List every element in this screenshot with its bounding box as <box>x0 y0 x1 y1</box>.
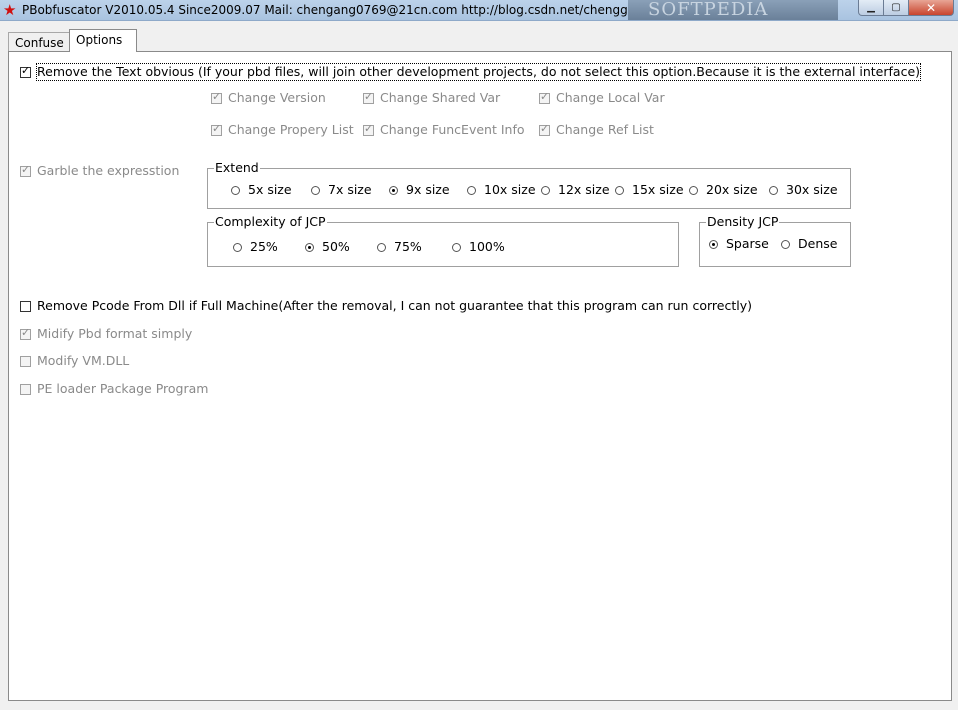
change-property-list-label: Change Propery List <box>228 122 354 137</box>
modify-pbd-label: Midify Pbd format simply <box>37 326 193 341</box>
pe-loader-checkbox[interactable] <box>20 383 31 395</box>
garble-expression-checkbox[interactable] <box>20 163 31 177</box>
title-bar[interactable]: ★ PBobfuscator V2010.05.4 Since2009.07 M… <box>0 0 958 21</box>
extend-radio-10x[interactable]: 10x size <box>467 182 536 198</box>
options-panel <box>8 51 952 701</box>
complexity-radio-75[interactable]: 75% <box>377 239 422 255</box>
change-ref-list-label: Change Ref List <box>556 122 654 137</box>
change-local-var-checkbox[interactable] <box>539 90 550 104</box>
change-shared-var-option[interactable]: Change Shared Var <box>363 90 500 106</box>
pe-loader-label: PE loader Package Program <box>37 381 209 396</box>
complexity-radio-50[interactable]: 50% <box>305 239 350 255</box>
change-ref-list-option[interactable]: Change Ref List <box>539 122 654 138</box>
extend-radio-5x[interactable]: 5x size <box>231 182 292 198</box>
close-button[interactable]: ✕ <box>909 0 954 16</box>
window-title: PBobfuscator V2010.05.4 Since2009.07 Mai… <box>22 3 659 17</box>
change-version-option[interactable]: Change Version <box>211 90 326 106</box>
extend-radio-9x[interactable]: 9x size <box>389 182 450 198</box>
change-shared-var-label: Change Shared Var <box>380 90 501 105</box>
change-funcevent-info-option[interactable]: Change FuncEvent Info <box>363 122 525 138</box>
extend-radio-20x[interactable]: 20x size <box>689 182 758 198</box>
app-star-icon: ★ <box>3 1 17 19</box>
extend-radio-30x[interactable]: 30x size <box>769 182 838 198</box>
remove-text-checkbox[interactable] <box>20 64 31 78</box>
radio-button-selected[interactable] <box>389 185 398 195</box>
density-radio-dense[interactable]: Dense <box>781 236 837 252</box>
density-legend: Density JCP <box>706 214 780 230</box>
remove-text-option[interactable]: Remove the Text obvious (If your pbd fil… <box>20 63 922 81</box>
radio-button[interactable] <box>377 242 386 252</box>
radio-button[interactable] <box>769 185 778 195</box>
tab-options[interactable]: Options <box>69 29 137 52</box>
remove-pcode-label: Remove Pcode From Dll if Full Machine(Af… <box>37 298 752 313</box>
softpedia-watermark: SOFTPEDIA <box>628 0 838 20</box>
complexity-radio-25[interactable]: 25% <box>233 239 278 255</box>
pe-loader-option[interactable]: PE loader Package Program <box>20 381 208 397</box>
radio-button-selected[interactable] <box>709 239 718 249</box>
remove-pcode-option[interactable]: Remove Pcode From Dll if Full Machine(Af… <box>20 298 752 314</box>
change-shared-var-checkbox[interactable] <box>363 90 374 104</box>
modify-vm-option[interactable]: Modify VM.DLL <box>20 353 129 369</box>
change-local-var-option[interactable]: Change Local Var <box>539 90 665 106</box>
remove-pcode-checkbox[interactable] <box>20 300 31 312</box>
density-radio-sparse[interactable]: Sparse <box>709 236 769 252</box>
change-funcevent-info-label: Change FuncEvent Info <box>380 122 525 137</box>
radio-button[interactable] <box>311 185 320 195</box>
maximize-icon: ▢ <box>891 1 901 13</box>
change-ref-list-checkbox[interactable] <box>539 122 550 136</box>
modify-pbd-checkbox[interactable] <box>20 326 31 340</box>
change-property-list-checkbox[interactable] <box>211 122 222 136</box>
radio-button-selected[interactable] <box>305 242 314 252</box>
change-local-var-label: Change Local Var <box>556 90 665 105</box>
complexity-legend: Complexity of JCP <box>214 214 327 230</box>
radio-button[interactable] <box>233 242 242 252</box>
modify-vm-checkbox[interactable] <box>20 355 31 367</box>
radio-button[interactable] <box>231 185 240 195</box>
garble-expression-label: Garble the expresstion <box>37 163 180 178</box>
radio-button[interactable] <box>467 185 476 195</box>
modify-vm-label: Modify VM.DLL <box>37 353 130 368</box>
extend-radio-15x[interactable]: 15x size <box>615 182 684 198</box>
extend-radio-12x[interactable]: 12x size <box>541 182 610 198</box>
change-property-list-option[interactable]: Change Propery List <box>211 122 354 138</box>
change-funcevent-info-checkbox[interactable] <box>363 122 374 136</box>
garble-expression-option[interactable]: Garble the expresstion <box>20 163 179 179</box>
modify-pbd-option[interactable]: Midify Pbd format simply <box>20 326 192 342</box>
radio-button[interactable] <box>541 185 550 195</box>
change-version-label: Change Version <box>228 90 326 105</box>
remove-text-label: Remove the Text obvious (If your pbd fil… <box>35 63 922 81</box>
tab-confuse[interactable]: Confuse <box>8 32 76 52</box>
close-icon: ✕ <box>925 0 937 15</box>
change-version-checkbox[interactable] <box>211 90 222 104</box>
window-controls: ▁ ▢ ✕ <box>858 0 954 16</box>
radio-button[interactable] <box>452 242 461 252</box>
radio-button[interactable] <box>615 185 624 195</box>
radio-button[interactable] <box>689 185 698 195</box>
extend-radio-7x[interactable]: 7x size <box>311 182 372 198</box>
extend-legend: Extend <box>214 160 260 176</box>
complexity-radio-100[interactable]: 100% <box>452 239 505 255</box>
radio-button[interactable] <box>781 239 790 249</box>
minimize-button[interactable]: ▁ <box>858 0 884 16</box>
maximize-button[interactable]: ▢ <box>884 0 909 16</box>
minimize-icon: ▁ <box>867 1 875 13</box>
